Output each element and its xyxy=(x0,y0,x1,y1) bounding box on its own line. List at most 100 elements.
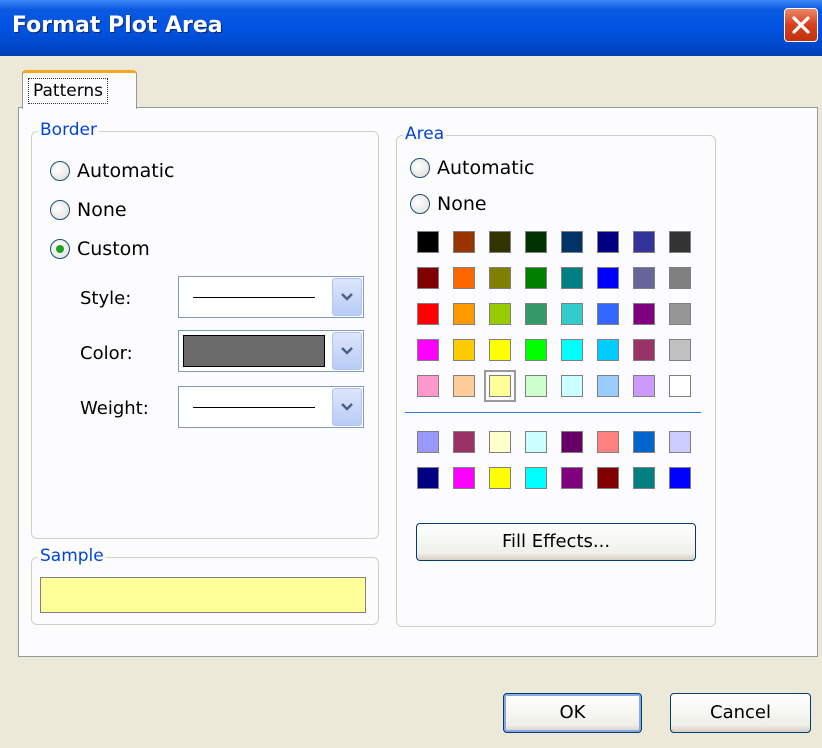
color-swatch[interactable] xyxy=(525,231,547,253)
color-swatch[interactable] xyxy=(633,231,655,253)
color-swatch[interactable] xyxy=(525,303,547,325)
radio-circle xyxy=(50,161,70,181)
color-swatch[interactable] xyxy=(561,467,583,489)
color-swatch[interactable] xyxy=(561,231,583,253)
color-swatch[interactable] xyxy=(417,303,439,325)
color-label: Color: xyxy=(80,343,133,364)
chevron-down-icon xyxy=(341,403,353,411)
color-swatch[interactable] xyxy=(525,467,547,489)
color-swatch[interactable] xyxy=(597,467,619,489)
radio-circle xyxy=(50,200,70,220)
cancel-button[interactable]: Cancel xyxy=(670,693,811,733)
color-swatch[interactable] xyxy=(453,375,475,397)
color-swatch[interactable] xyxy=(453,303,475,325)
color-swatch[interactable] xyxy=(453,467,475,489)
color-swatch[interactable] xyxy=(525,431,547,453)
cancel-label: Cancel xyxy=(710,702,771,723)
color-swatch[interactable] xyxy=(525,375,547,397)
ok-button[interactable]: OK xyxy=(503,693,642,733)
color-swatch[interactable] xyxy=(633,467,655,489)
area-automatic-radio[interactable]: Automatic xyxy=(410,157,534,179)
color-swatch[interactable] xyxy=(633,339,655,361)
color-swatch[interactable] xyxy=(561,303,583,325)
border-none-label: None xyxy=(77,199,127,221)
color-swatch[interactable] xyxy=(489,303,511,325)
color-swatch[interactable] xyxy=(669,231,691,253)
color-swatch[interactable] xyxy=(669,375,691,397)
fill-effects-label: Fill Effects... xyxy=(501,531,611,552)
style-dropdown-button[interactable] xyxy=(332,278,362,316)
color-swatch[interactable] xyxy=(669,303,691,325)
chevron-down-icon xyxy=(341,293,353,301)
color-swatch[interactable] xyxy=(417,231,439,253)
palette-divider xyxy=(405,412,701,413)
fill-effects-button[interactable]: Fill Effects... xyxy=(416,523,696,561)
radio-circle xyxy=(410,194,430,214)
radio-selected-dot xyxy=(56,245,64,253)
weight-dropdown[interactable] xyxy=(178,386,364,428)
color-swatch[interactable] xyxy=(669,431,691,453)
radio-circle xyxy=(410,158,430,178)
color-swatch[interactable] xyxy=(597,431,619,453)
tab-patterns-label: Patterns xyxy=(28,78,109,104)
color-swatch[interactable] xyxy=(561,267,583,289)
color-swatch[interactable] xyxy=(561,431,583,453)
color-swatch[interactable] xyxy=(489,339,511,361)
color-swatch[interactable] xyxy=(453,267,475,289)
weight-label: Weight: xyxy=(80,398,149,419)
color-swatch[interactable] xyxy=(597,303,619,325)
color-swatch[interactable] xyxy=(417,267,439,289)
area-none-label: None xyxy=(437,193,487,215)
border-custom-label: Custom xyxy=(77,238,150,260)
color-swatch[interactable] xyxy=(633,303,655,325)
color-swatch[interactable] xyxy=(633,431,655,453)
weight-dropdown-button[interactable] xyxy=(332,388,362,426)
color-swatch[interactable] xyxy=(633,267,655,289)
border-legend: Border xyxy=(38,120,99,140)
color-swatch[interactable] xyxy=(597,339,619,361)
border-none-radio[interactable]: None xyxy=(50,199,127,221)
border-automatic-radio[interactable]: Automatic xyxy=(50,160,174,182)
ok-label: OK xyxy=(559,702,586,723)
color-dropdown-button[interactable] xyxy=(332,332,362,370)
color-swatch[interactable] xyxy=(597,267,619,289)
color-swatch[interactable] xyxy=(669,467,691,489)
color-swatch[interactable] xyxy=(453,431,475,453)
color-swatch[interactable] xyxy=(417,375,439,397)
color-swatch[interactable] xyxy=(525,339,547,361)
area-legend: Area xyxy=(403,124,447,144)
color-swatch[interactable] xyxy=(453,231,475,253)
color-preview xyxy=(183,335,325,367)
color-swatch[interactable] xyxy=(489,231,511,253)
color-swatch[interactable] xyxy=(597,375,619,397)
color-swatch[interactable] xyxy=(669,339,691,361)
close-icon xyxy=(792,16,810,34)
color-swatch[interactable] xyxy=(489,267,511,289)
sample-legend: Sample xyxy=(38,546,106,566)
color-swatch[interactable] xyxy=(489,431,511,453)
color-swatch[interactable] xyxy=(597,231,619,253)
border-automatic-label: Automatic xyxy=(77,160,175,182)
color-swatch[interactable] xyxy=(525,267,547,289)
color-swatch[interactable] xyxy=(561,375,583,397)
style-dropdown[interactable] xyxy=(178,276,364,318)
title-bar: Format Plot Area xyxy=(0,0,822,56)
color-swatch[interactable] xyxy=(417,467,439,489)
color-dropdown[interactable] xyxy=(178,330,364,372)
area-automatic-label: Automatic xyxy=(437,157,535,179)
color-swatch[interactable] xyxy=(561,339,583,361)
color-swatch[interactable] xyxy=(489,467,511,489)
area-none-radio[interactable]: None xyxy=(410,193,487,215)
color-swatch[interactable] xyxy=(484,370,516,402)
tab-patterns[interactable]: Patterns xyxy=(22,70,137,109)
sample-preview xyxy=(40,577,366,613)
color-swatch[interactable] xyxy=(417,431,439,453)
color-swatch[interactable] xyxy=(633,375,655,397)
color-swatch[interactable] xyxy=(453,339,475,361)
chevron-down-icon xyxy=(341,347,353,355)
style-line-preview xyxy=(193,297,315,298)
close-button[interactable] xyxy=(784,8,818,42)
color-swatch[interactable] xyxy=(417,339,439,361)
border-custom-radio[interactable]: Custom xyxy=(50,238,150,260)
color-swatch[interactable] xyxy=(669,267,691,289)
